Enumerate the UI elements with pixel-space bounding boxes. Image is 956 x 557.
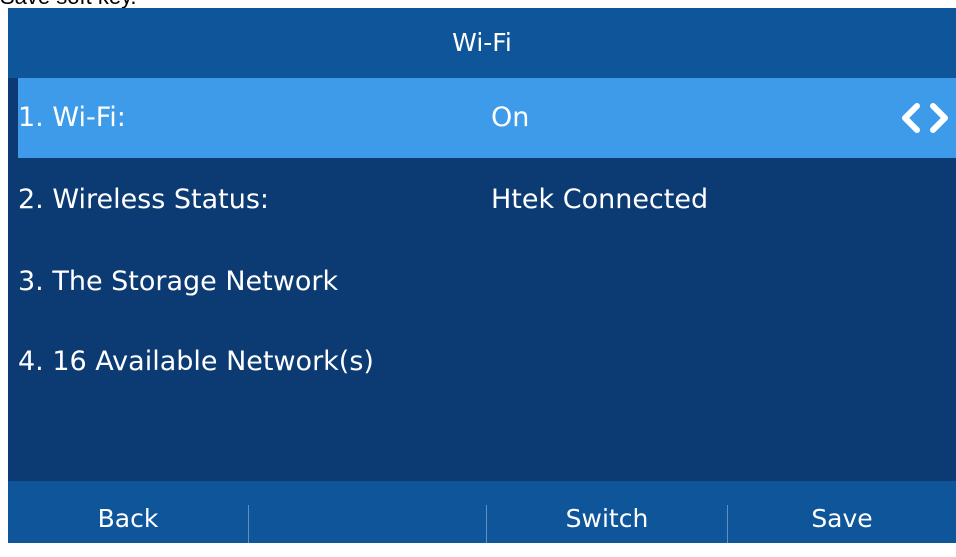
chevron-left-icon[interactable]	[900, 102, 922, 134]
menu-item-value: Htek Connected	[491, 184, 709, 215]
menu-item-label: 3. The Storage Network	[18, 266, 339, 297]
page-title: Wi-Fi	[8, 8, 956, 78]
menu-item-label: 4. 16 Available Network(s)	[18, 346, 374, 377]
menu-item-wifi[interactable]: 1. Wi-Fi: On	[18, 78, 956, 158]
option-switcher[interactable]	[894, 102, 954, 134]
menu-item-wireless-status[interactable]: 2. Wireless Status: Htek Connected	[18, 160, 956, 240]
menu-item-storage-network[interactable]: 3. The Storage Network	[18, 242, 956, 322]
empty-softkey[interactable]	[249, 481, 486, 543]
switch-softkey[interactable]: Switch	[487, 481, 727, 543]
back-softkey[interactable]: Back	[8, 481, 248, 543]
chevron-right-icon[interactable]	[928, 102, 950, 134]
menu-item-available-networks[interactable]: 4. 16 Available Network(s)	[18, 322, 956, 402]
save-softkey[interactable]: Save	[728, 481, 956, 543]
menu-item-value: On	[491, 102, 530, 133]
caption-text: Save soft key.	[0, 0, 137, 8]
phone-screen: Wi-Fi 1. Wi-Fi: On 2. Wireless Status: H…	[8, 8, 956, 543]
softkey-bar: Back Switch Save	[8, 481, 956, 543]
menu-item-label: 2. Wireless Status:	[18, 184, 270, 215]
menu-item-label: 1. Wi-Fi:	[18, 102, 126, 133]
